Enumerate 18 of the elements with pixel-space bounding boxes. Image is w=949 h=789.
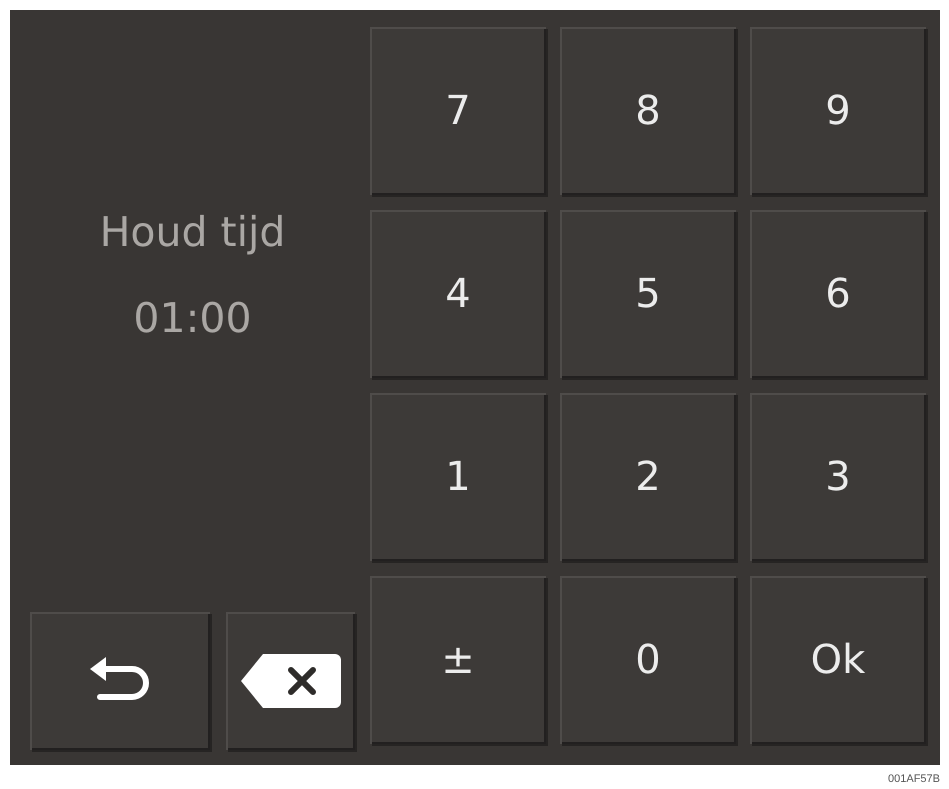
setting-label: Houd tijd [100, 208, 286, 256]
keypad-key[interactable]: 4 [370, 210, 546, 378]
keypad-key[interactable]: 7 [370, 27, 546, 195]
time-value: 01:00 [133, 294, 252, 342]
keypad-key[interactable]: 8 [560, 27, 736, 195]
keypad-key[interactable]: 5 [560, 210, 736, 378]
back-button[interactable] [30, 612, 210, 750]
backspace-button[interactable] [226, 612, 355, 750]
keypad-key[interactable]: 3 [750, 393, 926, 561]
keypad-key[interactable]: 9 [750, 27, 926, 195]
keypad-key[interactable]: 1 [370, 393, 546, 561]
keypad-key[interactable]: 2 [560, 393, 736, 561]
keypad-key[interactable]: Ok [750, 576, 926, 744]
keypad-key[interactable]: ± [370, 576, 546, 744]
figure-code: 001AF57B [887, 773, 940, 785]
keypad-key[interactable]: 0 [560, 576, 736, 744]
backspace-icon [238, 652, 342, 710]
keypad-key[interactable]: 6 [750, 210, 926, 378]
